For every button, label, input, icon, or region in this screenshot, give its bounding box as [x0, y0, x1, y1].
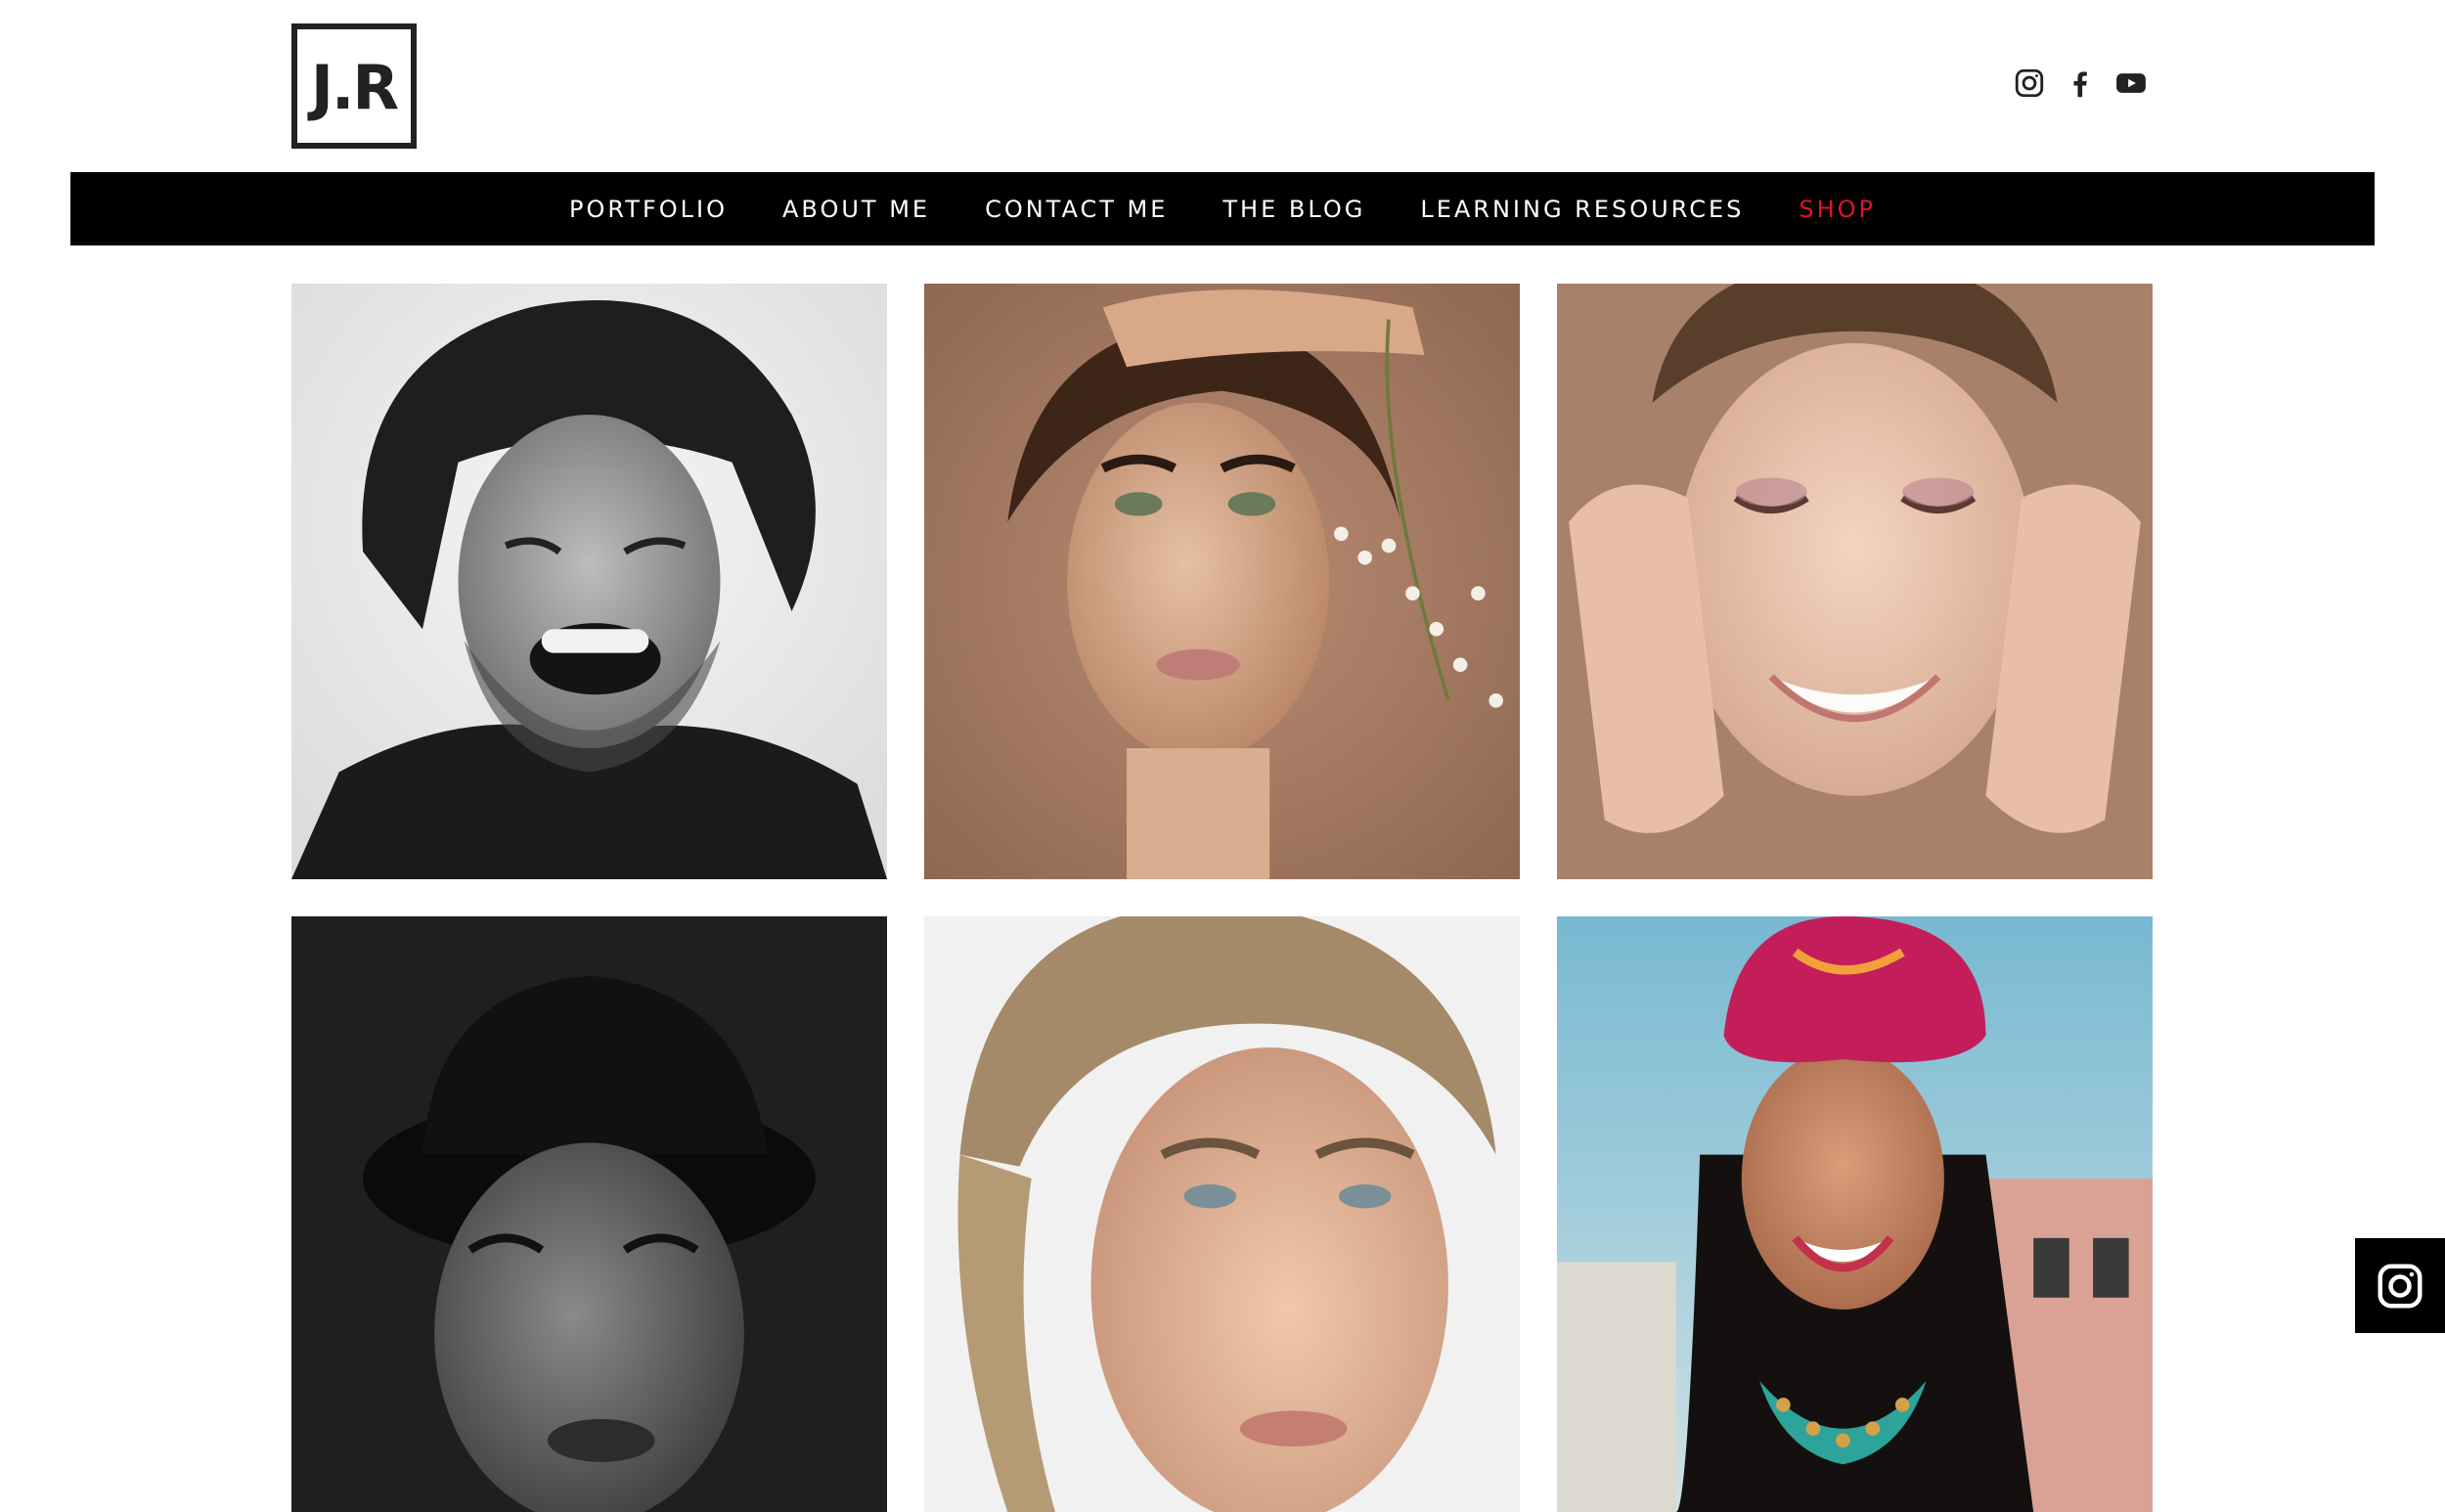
portrait-man-hat-bw[interactable]: [291, 916, 887, 1512]
portrait-woman-flowers[interactable]: [924, 284, 1520, 879]
nav-item-portfolio[interactable]: PORTFOLIO: [569, 196, 728, 223]
site-header: J.R: [0, 0, 2445, 172]
portfolio-gallery: [291, 284, 2154, 1512]
nav-item-shop[interactable]: SHOP: [1799, 196, 1876, 223]
nav-item-about-me[interactable]: ABOUT ME: [782, 196, 930, 223]
instagram-icon: [2378, 1264, 2423, 1308]
social-links: [2013, 67, 2148, 100]
site-logo[interactable]: J.R: [291, 23, 417, 149]
youtube-icon[interactable]: [2114, 67, 2148, 100]
instagram-icon[interactable]: [2013, 67, 2046, 100]
nav-item-contact-me[interactable]: CONTACT ME: [985, 196, 1168, 223]
portrait-woman-hands-face[interactable]: [1557, 284, 2153, 879]
portrait-blonde-woman[interactable]: [924, 916, 1520, 1512]
portrait-woman-headscarf[interactable]: [1557, 916, 2153, 1512]
portrait-laughing-man-bw[interactable]: [291, 284, 887, 879]
nav-item-learning-resources[interactable]: LEARNING RESOURCES: [1420, 196, 1744, 223]
nav-item-the-blog[interactable]: THE BLOG: [1222, 196, 1365, 223]
facebook-icon[interactable]: [2064, 67, 2097, 100]
main-nav: PORTFOLIO ABOUT ME CONTACT ME THE BLOG L…: [70, 172, 2375, 245]
logo-text: J.R: [310, 52, 399, 123]
floating-instagram-button[interactable]: [2355, 1238, 2445, 1333]
